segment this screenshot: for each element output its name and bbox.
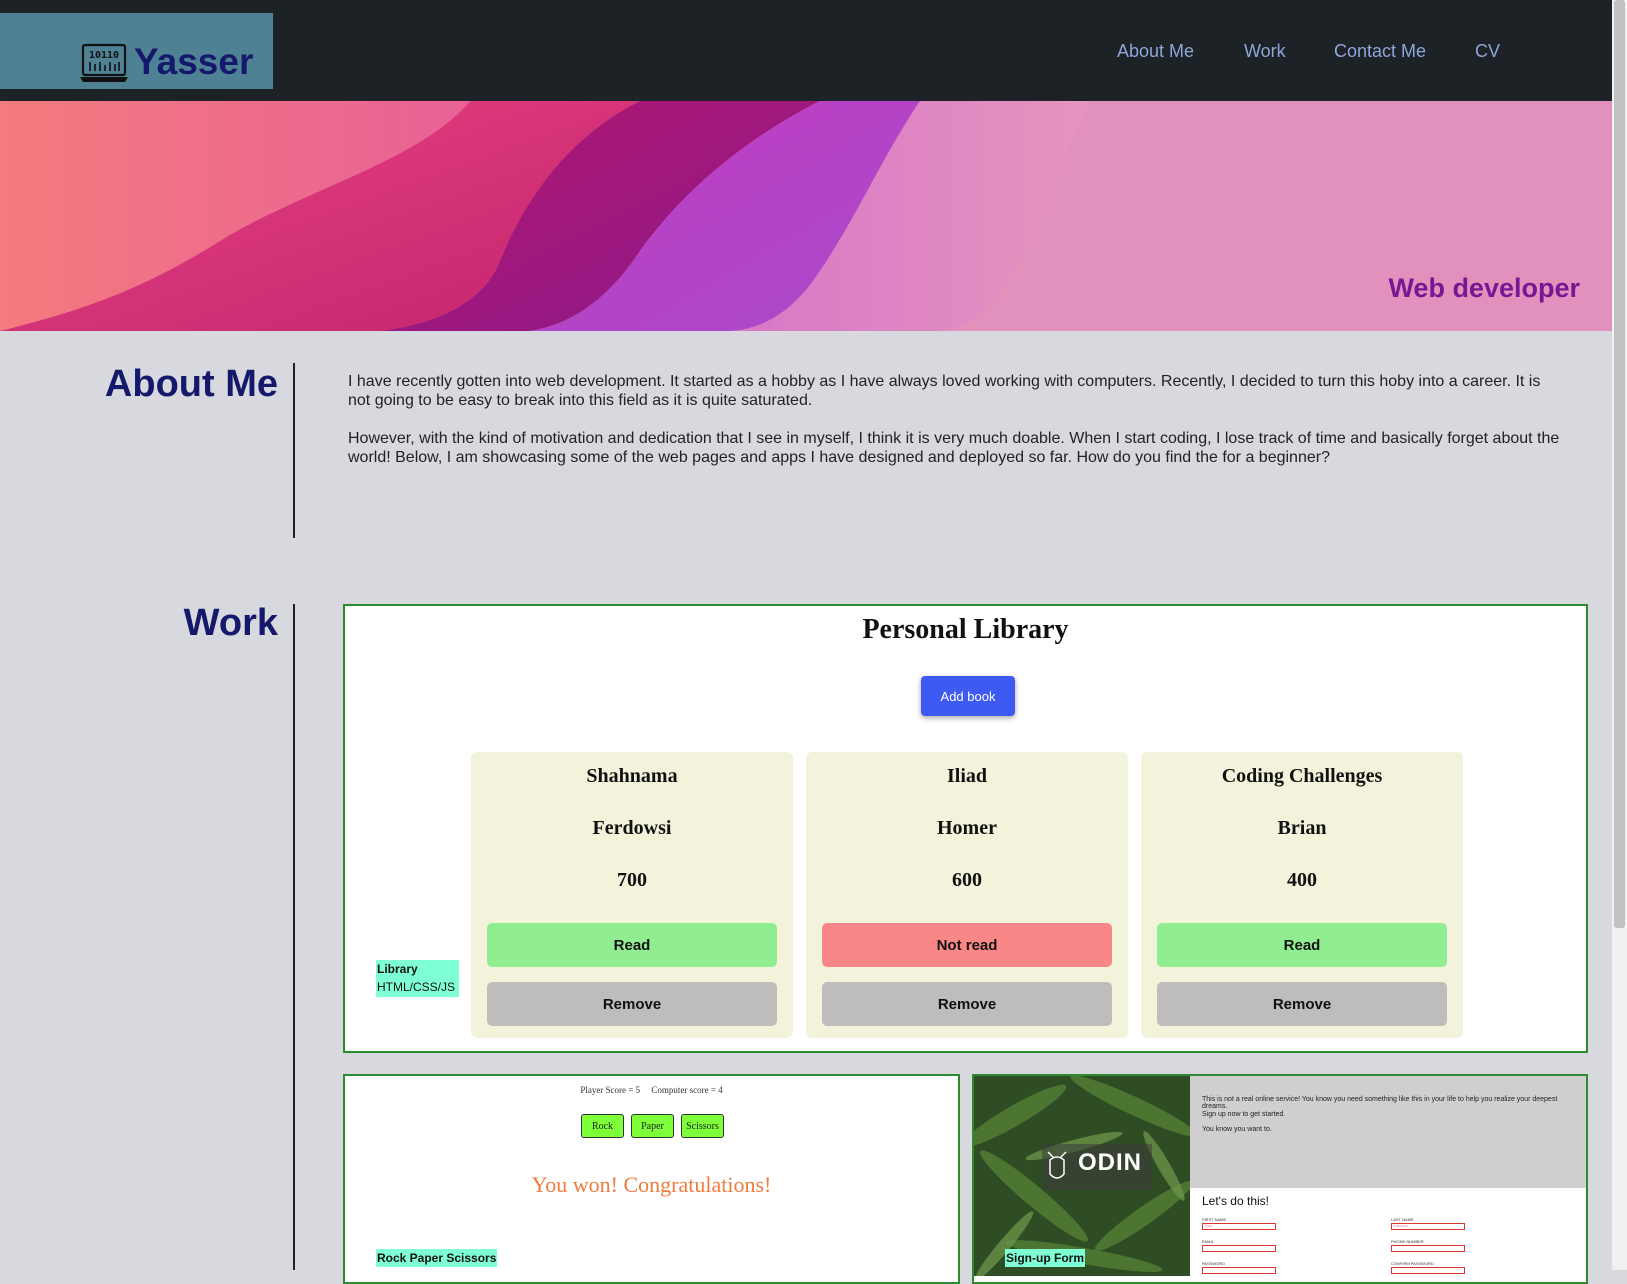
book-card: Iliad Homer 600 Not read Remove <box>806 752 1128 1038</box>
first-name-label: FIRST NAME <box>1202 1217 1227 1222</box>
nav-work[interactable]: Work <box>1244 38 1286 64</box>
remove-button[interactable]: Remove <box>1157 982 1447 1026</box>
logo-text: Yasser <box>134 41 254 82</box>
scrollbar-thumb[interactable] <box>1614 0 1625 928</box>
library-title: Personal Library <box>862 614 1069 645</box>
first-name-placeholder: Thor <box>1204 1223 1213 1228</box>
intro-line-2: Sign up now to get started. <box>1202 1111 1286 1118</box>
last-name-placeholder: Odinson <box>1393 1223 1408 1228</box>
fern-background-image: ODIN <box>974 1076 1190 1276</box>
about-title: About Me <box>104 363 278 405</box>
about-paragraph-2: However, with the kind of motivation and… <box>348 430 1560 466</box>
add-book-button[interactable]: Add book <box>921 676 1015 716</box>
intro-line-3: You know you want to. <box>1202 1126 1272 1133</box>
hero-tagline: Web developer <box>1388 273 1580 303</box>
rock-button[interactable]: Rock <box>581 1114 624 1138</box>
remove-button[interactable]: Remove <box>487 982 777 1026</box>
signup-heading: Let's do this! <box>1202 1194 1269 1208</box>
book-pages: 700 <box>617 869 647 891</box>
book-author: Brian <box>1277 817 1327 839</box>
last-name-label: LAST NAME <box>1391 1217 1414 1222</box>
intro-line-1: This is not a real online service! You k… <box>1202 1096 1558 1110</box>
read-status-button[interactable]: Read <box>1157 923 1447 967</box>
nav-about-me[interactable]: About Me <box>1117 38 1194 64</box>
project-tech: HTML/CSS/JS <box>377 980 456 994</box>
laptop-binary-icon: 10110 <box>80 43 128 82</box>
first-name-input[interactable] <box>1202 1223 1276 1230</box>
email-label: EMAIL <box>1202 1239 1215 1244</box>
read-status-button[interactable]: Not read <box>822 923 1112 967</box>
confirm-password-label: CONFIRM PASSWORD <box>1391 1261 1434 1266</box>
book-title: Coding Challenges <box>1221 765 1383 787</box>
phone-label: PHONE NUMBER <box>1391 1239 1424 1244</box>
password-label: PASSWORD <box>1202 1261 1226 1266</box>
project-signup-form[interactable]: ODIN This is not a real online service! … <box>972 1074 1588 1284</box>
project-rock-paper-scissors[interactable]: Player Score = 5 Computer score = 4 Rock… <box>343 1074 960 1284</box>
read-status-button[interactable]: Read <box>487 923 777 967</box>
book-card: Coding Challenges Brian 400 Read Remove <box>1141 752 1463 1038</box>
book-pages: 400 <box>1287 869 1317 891</box>
work-divider <box>293 604 295 1270</box>
project-name: Sign-up Form <box>1005 1249 1085 1267</box>
hero-banner: Web developer <box>0 101 1612 331</box>
nav-cv[interactable]: CV <box>1475 38 1500 64</box>
scissors-button[interactable]: Scissors <box>681 1114 724 1138</box>
book-card: Shahnama Ferdowsi 700 Read Remove <box>471 752 793 1038</box>
top-navbar: 10110 Yasser About Me Work Contact Me CV <box>0 0 1612 101</box>
signup-intro-panel: This is not a real online service! You k… <box>1190 1076 1586 1188</box>
remove-button[interactable]: Remove <box>822 982 1112 1026</box>
svg-text:10110: 10110 <box>89 50 119 61</box>
result-message: You won! Congratulations! <box>531 1172 772 1197</box>
book-author: Homer <box>937 817 997 839</box>
wave-background <box>0 101 1612 331</box>
about-divider <box>293 363 295 538</box>
project-name: Library <box>377 962 418 976</box>
email-input[interactable] <box>1202 1245 1276 1252</box>
about-paragraph-1: I have recently gotten into web developm… <box>348 373 1541 409</box>
project-name: Rock Paper Scissors <box>376 1249 498 1267</box>
nav-contact-me[interactable]: Contact Me <box>1334 38 1426 64</box>
project-label: Library HTML/CSS/JS <box>376 960 459 997</box>
score-display: Player Score = 5 Computer score = 4 <box>580 1085 723 1095</box>
project-library[interactable]: Personal Library Add book Shahnama Ferdo… <box>343 604 1588 1053</box>
confirm-password-input[interactable] <box>1391 1267 1465 1274</box>
odin-brand-text: ODIN <box>1078 1149 1142 1176</box>
password-input[interactable] <box>1202 1267 1276 1274</box>
logo[interactable]: 10110 Yasser <box>0 13 273 89</box>
paper-button[interactable]: Paper <box>631 1114 674 1138</box>
book-title: Iliad <box>946 765 988 787</box>
work-title: Work <box>183 602 278 644</box>
book-pages: 600 <box>952 869 982 891</box>
phone-input[interactable] <box>1391 1245 1465 1252</box>
book-author: Ferdowsi <box>592 817 672 839</box>
book-title: Shahnama <box>586 765 678 787</box>
